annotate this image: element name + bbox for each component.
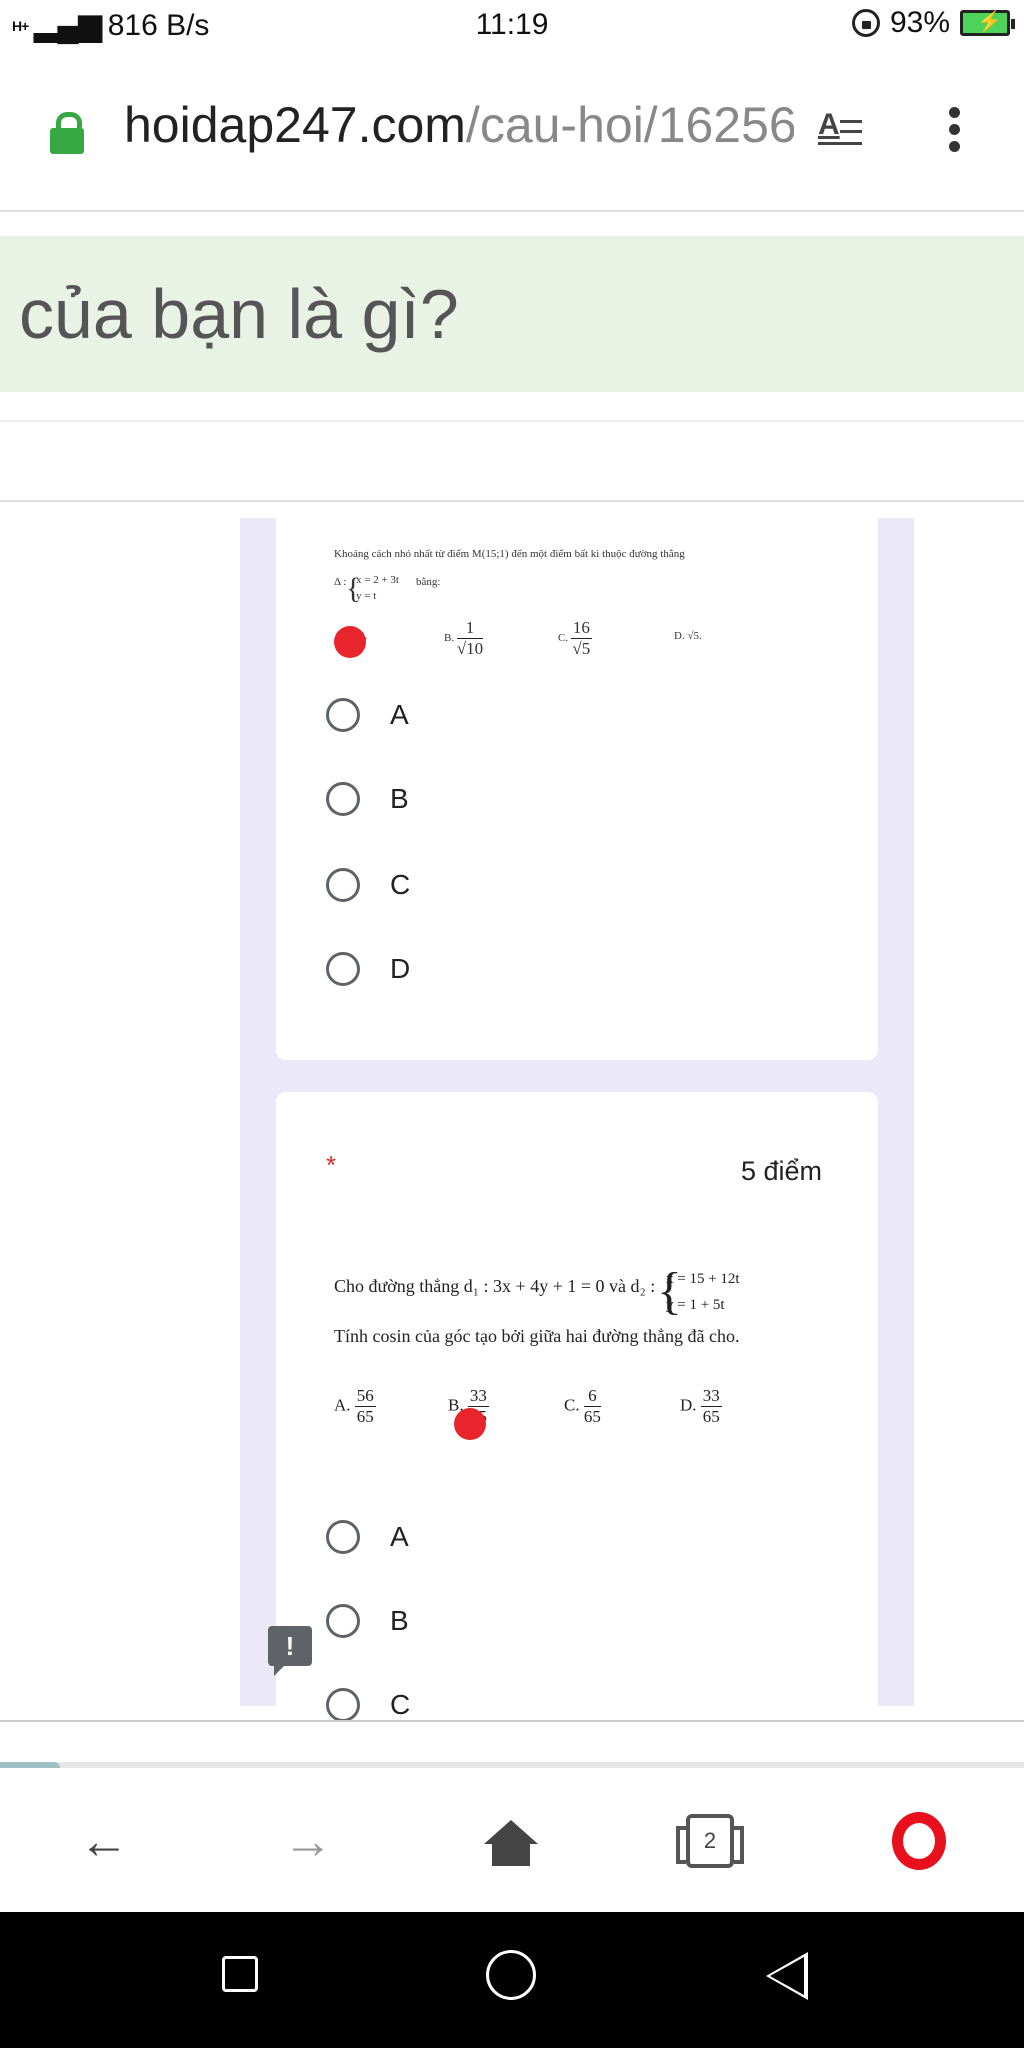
q2-choice-c[interactable]: C: [326, 1680, 410, 1730]
q1-choice-a[interactable]: A: [326, 690, 409, 740]
q2-answer-c: C. 6 65: [564, 1386, 601, 1426]
q2-answer-a: A. 56 65: [334, 1386, 376, 1426]
question-2-text: Cho đường thẳng d₁ : 3x + 4y + 1 = 0 và …: [334, 1276, 656, 1296]
url-path: /cau-hoi/162561: [465, 97, 794, 153]
required-marker: *: [326, 1150, 337, 1180]
q1-option-b: B. 1 √10: [444, 618, 484, 658]
home-icon[interactable]: [484, 1820, 538, 1868]
q2-choice-a[interactable]: A: [326, 1512, 409, 1562]
radio-button[interactable]: [326, 1604, 360, 1638]
radio-button[interactable]: [326, 1688, 360, 1722]
question-1-text: Khoảng cách nhỏ nhất từ điểm M(15;1) đến…: [334, 548, 685, 560]
q2-answer-d: D. 33 65: [680, 1386, 722, 1426]
battery-percent: 93%: [889, 6, 950, 39]
question-2-subtext: Tính cosin của góc tạo bởi giữa hai đườn…: [334, 1326, 740, 1346]
tabs-button[interactable]: 2: [676, 1814, 744, 1868]
radio-button[interactable]: [326, 1520, 360, 1554]
radio-button[interactable]: [326, 782, 360, 816]
q1-option-d: D. √5.: [674, 630, 702, 642]
q1-choice-b[interactable]: B: [326, 774, 409, 824]
home-circle-icon[interactable]: [486, 1950, 536, 2000]
browser-nav-bar: ← → 2: [0, 1768, 1024, 1912]
points-label: 5 điểm: [740, 1156, 822, 1186]
question-1-image: Khoảng cách nhỏ nhất từ điểm M(15;1) đến…: [334, 548, 702, 658]
q1-choice-d[interactable]: D: [326, 944, 410, 994]
divider: [0, 500, 1024, 502]
system-nav-bar: [0, 1912, 1024, 2048]
radio-button[interactable]: [326, 868, 360, 902]
report-feedback-icon[interactable]: !: [268, 1626, 312, 1676]
rotation-lock-icon: [851, 9, 880, 37]
reader-mode-icon[interactable]: A: [816, 108, 866, 154]
secure-lock-icon[interactable]: [48, 112, 86, 154]
page-banner: i của bạn là gì?: [0, 236, 1024, 392]
battery-icon: ⚡: [960, 10, 1015, 36]
menu-more-icon[interactable]: [944, 104, 964, 154]
recents-icon[interactable]: [222, 1956, 258, 1992]
divider: [0, 1720, 1024, 1722]
question-card-2: * 5 điểm Cho đường thẳng d₁ : 3x + 4y + …: [276, 1092, 878, 1732]
radio-button[interactable]: [326, 952, 360, 986]
radio-button[interactable]: [326, 698, 360, 732]
question-card-1: Khoảng cách nhỏ nhất từ điểm M(15;1) đến…: [276, 518, 878, 1060]
q1-option-c: C. 16 √5: [558, 618, 592, 658]
red-marker-dot: [334, 626, 366, 658]
q1-choice-c[interactable]: C: [326, 860, 410, 910]
back-triangle-icon[interactable]: [766, 1952, 808, 2000]
q2-choice-b[interactable]: B: [326, 1596, 409, 1646]
url-domain: hoidap247.com: [124, 97, 466, 153]
red-marker-dot: [454, 1408, 486, 1440]
banner-title: i của bạn là gì?: [0, 275, 459, 353]
divider: [0, 420, 1024, 422]
url-field[interactable]: hoidap247.com/cau-hoi/162561: [124, 96, 794, 154]
opera-menu-icon[interactable]: [892, 1812, 946, 1870]
status-bar: H+ ▂▄▆ 816 B/s 11:19 93% ⚡: [0, 0, 1024, 50]
forward-arrow-icon[interactable]: →: [278, 1816, 338, 1866]
back-arrow-icon[interactable]: ←: [74, 1816, 134, 1866]
